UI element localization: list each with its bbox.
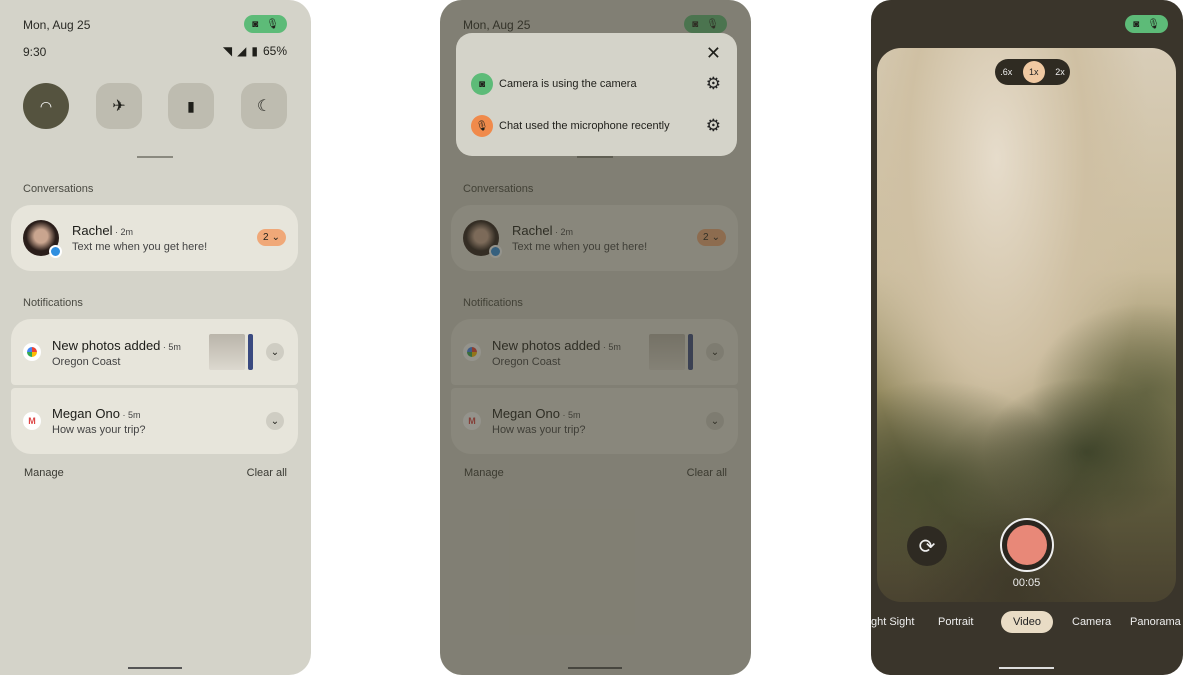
microphone-icon: 🎙 — [266, 18, 279, 30]
camera-icon: ◙ — [252, 18, 259, 30]
messenger-icon — [49, 245, 62, 258]
microphone-icon: 🎙 — [471, 115, 493, 137]
chevron-down-icon: ⌄ — [270, 415, 280, 427]
gmail-app-icon: M — [23, 412, 41, 430]
wifi-icon: ◥ — [222, 44, 233, 58]
camera-icon: ◙ — [1133, 18, 1140, 30]
expand-button[interactable]: 2⌄ — [257, 229, 286, 246]
privacy-item-text: Camera is using the camera — [499, 78, 637, 90]
record-timer: 00:05 — [1012, 577, 1041, 589]
mode-camera[interactable]: Camera — [1072, 616, 1111, 628]
photos-app-icon — [23, 343, 41, 361]
notification-title: New photos added — [52, 338, 161, 353]
battery-saver-tile[interactable]: ▮ — [168, 83, 214, 129]
mode-portrait[interactable]: Portrait — [938, 616, 973, 628]
camera-icon: ◙ — [471, 73, 493, 95]
manage-button[interactable]: Manage — [24, 467, 64, 479]
zoom-1x[interactable]: 1x — [1022, 61, 1045, 83]
notification-text: Oregon Coast — [52, 356, 121, 368]
record-button[interactable] — [1000, 518, 1054, 572]
close-icon[interactable]: ✕ — [706, 43, 721, 64]
navigation-bar[interactable] — [128, 667, 182, 669]
zoom-selector: .6x 1x 2x — [995, 59, 1070, 85]
privacy-panel-screen: Mon, Aug 25◙🎙9:30◥◢▮65%◠✈▮☾Conversations… — [440, 0, 751, 675]
message-count: 2 — [263, 232, 269, 243]
photo-thumbnail — [248, 334, 253, 370]
wifi-icon: ◠ — [39, 97, 53, 114]
expand-button[interactable]: ⌄ — [266, 343, 284, 361]
airplane-icon: ✈ — [112, 98, 126, 115]
clock: 9:30 — [23, 45, 47, 59]
dark-mode-tile[interactable]: ☾ — [241, 83, 287, 129]
notifications-label: Notifications — [23, 297, 83, 309]
notification-shade: Mon, Aug 25 ◙ 🎙 9:30 ◥ ◢ ▮ 65% ◠ ✈ ▮ ☾ Conve… — [0, 0, 311, 675]
timestamp: 5m — [127, 410, 141, 420]
battery-saver-icon: ▮ — [187, 97, 195, 114]
sender-name: Rachel — [72, 223, 113, 238]
gear-icon[interactable]: ⚙ — [706, 116, 721, 136]
navigation-bar[interactable] — [999, 667, 1054, 669]
notification-text: How was your trip? — [52, 424, 146, 436]
mode-panorama[interactable]: Panorama — [1130, 616, 1181, 628]
notification-gmail[interactable]: M Megan Ono · 5m How was your trip? ⌄ — [11, 388, 298, 454]
privacy-indicator[interactable]: ◙🎙 — [244, 15, 287, 33]
clear-all-button[interactable]: Clear all — [247, 467, 287, 479]
dark-mode-icon: ☾ — [256, 98, 272, 115]
privacy-item-microphone[interactable]: 🎙 Chat used the microphone recently — [471, 115, 670, 137]
timestamp: 2m — [120, 227, 133, 237]
zoom-0.6x[interactable]: .6x — [1000, 67, 1012, 77]
notification-photos[interactable]: New photos added · 5m Oregon Coast ⌄ — [11, 319, 298, 385]
battery-percent: 65% — [262, 44, 287, 58]
signal-icon: ◢ — [237, 44, 247, 58]
date: Mon, Aug 25 — [23, 18, 91, 32]
privacy-popup: ✕ ◙ Camera is using the camera ⚙ 🎙 Chat us… — [456, 33, 737, 156]
conversations-label: Conversations — [23, 183, 94, 195]
gear-icon[interactable]: ⚙ — [706, 74, 721, 94]
viewfinder[interactable]: .6x 1x 2x ⟳ 00:05 — [877, 48, 1176, 602]
drag-handle[interactable] — [137, 156, 173, 158]
flip-camera-button[interactable]: ⟳ — [907, 526, 947, 566]
privacy-indicator[interactable]: ◙🎙 — [1125, 15, 1168, 33]
mode-video[interactable]: Video — [1001, 611, 1053, 633]
flip-camera-icon: ⟳ — [918, 535, 936, 558]
microphone-icon: 🎙 — [1147, 18, 1160, 30]
mode-night-sight[interactable]: ght Sight — [871, 616, 914, 628]
message-preview: Text me when you get here! — [72, 241, 208, 253]
wifi-tile[interactable]: ◠ — [23, 83, 69, 129]
status-icons: ◥ ◢ ▮ 65% — [223, 44, 287, 58]
timestamp: 5m — [168, 342, 181, 352]
notification-title: Megan Ono — [52, 406, 120, 421]
record-icon — [1007, 525, 1047, 565]
conversation-card[interactable]: Rachel · 2m Text me when you get here! 2… — [11, 205, 298, 271]
privacy-item-text: Chat used the microphone recently — [499, 120, 670, 132]
camera-app: ◙ 🎙 .6x 1x 2x ⟳ 00:05 ght Sight Portrait … — [871, 0, 1183, 675]
chevron-down-icon: ⌄ — [270, 346, 280, 358]
zoom-2x[interactable]: 2x — [1055, 67, 1065, 77]
chevron-down-icon: ⌄ — [271, 232, 280, 243]
airplane-tile[interactable]: ✈ — [96, 83, 142, 129]
photo-thumbnail — [209, 334, 245, 370]
expand-button[interactable]: ⌄ — [266, 412, 284, 430]
battery-icon: ▮ — [251, 44, 258, 58]
privacy-item-camera[interactable]: ◙ Camera is using the camera — [471, 73, 637, 95]
